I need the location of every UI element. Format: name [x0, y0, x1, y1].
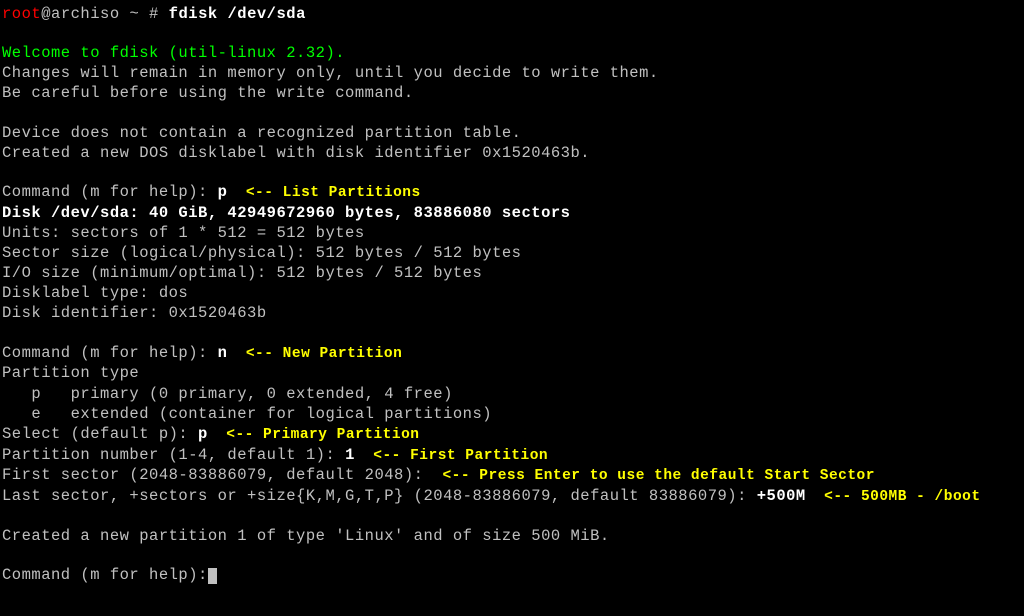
sector-line: Sector size (logical/physical): 512 byte… [2, 243, 1022, 263]
created-partition-line: Created a new partition 1 of type 'Linux… [2, 526, 1022, 546]
lsector-input[interactable]: +500M [757, 487, 806, 505]
cmd3-label: Command (m for help): [2, 566, 208, 584]
pnum-label: Partition number (1-4, default 1): [2, 446, 345, 464]
lsector-annotation: <-- 500MB - /boot [806, 489, 981, 505]
prompt-user: root [2, 5, 41, 23]
select-prompt: Select (default p): p <-- Primary Partit… [2, 424, 1022, 445]
select-annotation: <-- Primary Partition [208, 427, 420, 443]
partition-number-prompt: Partition number (1-4, default 1): 1 <--… [2, 445, 1022, 466]
last-sector-prompt: Last sector, +sectors or +size{K,M,G,T,P… [2, 486, 1022, 507]
extended-option-line: e extended (container for logical partit… [2, 404, 1022, 424]
cmd1-annotation: <-- List Partitions [227, 185, 420, 201]
cmd2-label: Command (m for help): [2, 344, 218, 362]
lsector-label: Last sector, +sectors or +size{K,M,G,T,P… [2, 487, 757, 505]
select-input[interactable]: p [198, 425, 208, 443]
prompt-path: ~ # [120, 5, 169, 23]
command-prompt-1: Command (m for help): p <-- List Partiti… [2, 182, 1022, 203]
iosize-line: I/O size (minimum/optimal): 512 bytes / … [2, 263, 1022, 283]
prompt-host: archiso [51, 5, 120, 23]
prompt-at: @ [41, 5, 51, 23]
pnum-input[interactable]: 1 [345, 446, 355, 464]
warning-line-2: Be careful before using the write comman… [2, 83, 1022, 103]
cmd2-annotation: <-- New Partition [227, 346, 402, 362]
disklabel-type-line: Disklabel type: dos [2, 283, 1022, 303]
device-line-1: Device does not contain a recognized par… [2, 123, 1022, 143]
warning-line-1: Changes will remain in memory only, unti… [2, 63, 1022, 83]
cmd1-label: Command (m for help): [2, 183, 218, 201]
cmd2-input[interactable]: n [218, 344, 228, 362]
shell-prompt: root@archiso ~ # fdisk /dev/sda [2, 4, 1022, 24]
pnum-annotation: <-- First Partition [355, 448, 548, 464]
fsector-annotation: <-- Press Enter to use the default Start… [433, 468, 875, 484]
first-sector-prompt: First sector (2048-83886079, default 204… [2, 465, 1022, 486]
primary-option-line: p primary (0 primary, 0 extended, 4 free… [2, 384, 1022, 404]
command-prompt-2: Command (m for help): n <-- New Partitio… [2, 343, 1022, 364]
device-line-2: Created a new DOS disklabel with disk id… [2, 143, 1022, 163]
select-label: Select (default p): [2, 425, 198, 443]
cmd1-input[interactable]: p [218, 183, 228, 201]
prompt-command[interactable]: fdisk /dev/sda [169, 5, 306, 23]
partition-type-line: Partition type [2, 363, 1022, 383]
welcome-line: Welcome to fdisk (util-linux 2.32). [2, 43, 1022, 63]
disk-identifier-line: Disk identifier: 0x1520463b [2, 303, 1022, 323]
units-line: Units: sectors of 1 * 512 = 512 bytes [2, 223, 1022, 243]
command-prompt-3[interactable]: Command (m for help): [2, 565, 1022, 585]
fsector-label: First sector (2048-83886079, default 204… [2, 466, 433, 484]
cursor-icon [208, 568, 217, 584]
disk-line: Disk /dev/sda: 40 GiB, 42949672960 bytes… [2, 203, 1022, 223]
